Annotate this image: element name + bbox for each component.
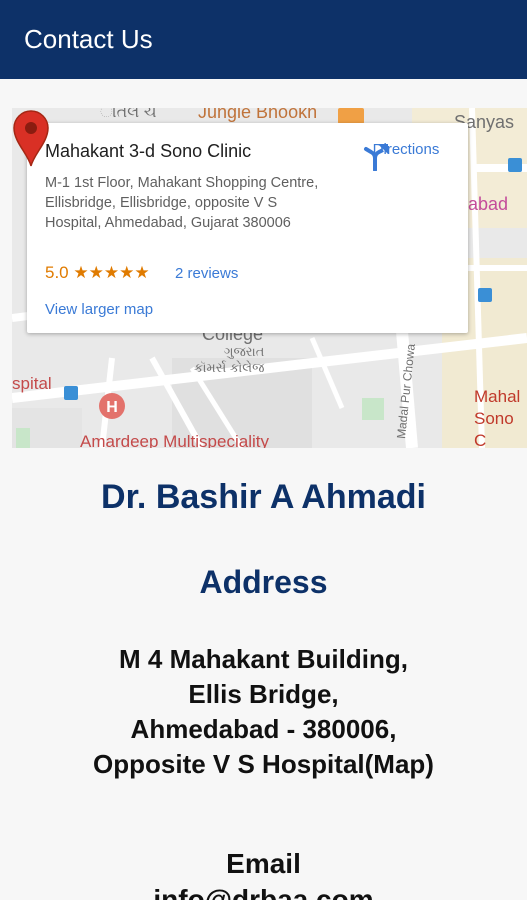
address-line-map-link[interactable]: Opposite V S Hospital(Map): [0, 747, 527, 782]
map-label-gujarat: ગુજરાત: [224, 344, 265, 359]
reviews-link[interactable]: 2 reviews: [175, 265, 238, 282]
rating-value: 5.0: [45, 263, 69, 282]
address-line: M 4 Mahakant Building,: [119, 644, 408, 674]
pin-label: Mahal Sono C: [474, 386, 527, 448]
rating-row: 5.0 ★★★★★: [45, 263, 150, 283]
view-larger-map-link[interactable]: View larger map: [45, 301, 153, 318]
email-link[interactable]: info@drbaa.com: [0, 884, 527, 900]
place-address: M-1 1st Floor, Mahakant Shopping Centre,…: [45, 175, 319, 231]
app-bar: Contact Us: [0, 0, 527, 79]
map-label-jungle-bhookh: Jungle Bhookh: [198, 108, 318, 122]
map-label-top: ાતલ ચે: [100, 108, 157, 121]
map-embed[interactable]: H ાતલ ચે Jungle Bhookh Sanyas abad Colle…: [12, 108, 527, 448]
address-line: Ahmedabad - 380006,: [130, 714, 397, 744]
address-heading: Address: [199, 564, 328, 600]
page-title: Contact Us: [24, 24, 153, 54]
email-heading: Email: [226, 848, 301, 879]
map-label-commerce: કૉમર્સ કોલેજ: [194, 360, 265, 375]
address-line: Ellis Bridge,: [188, 679, 339, 709]
address-block: M 4 Mahakant Building, Ellis Bridge, Ahm…: [0, 642, 527, 782]
svg-text:H: H: [106, 399, 118, 416]
directions-icon: [364, 144, 388, 171]
pin-label-line-2: Sono C: [474, 409, 514, 448]
place-info-card: Mahakant 3-d Sono Clinic M-1 1st Floor, …: [27, 123, 468, 333]
star-rating-icon: ★★★★★: [73, 263, 150, 282]
map-label-amardeep: Amardeep Multispeciality: [80, 432, 269, 448]
doctor-name: Dr. Bashir A Ahmadi: [101, 478, 426, 516]
location-pin-icon[interactable]: [12, 108, 50, 168]
directions-button[interactable]: Directions: [361, 141, 451, 171]
place-name: Mahakant 3-d Sono Clinic: [45, 141, 252, 161]
map-label-abad: abad: [468, 194, 509, 214]
pin-label-line-1: Mahal: [474, 387, 521, 406]
map-label-hospital: spital: [12, 374, 52, 393]
